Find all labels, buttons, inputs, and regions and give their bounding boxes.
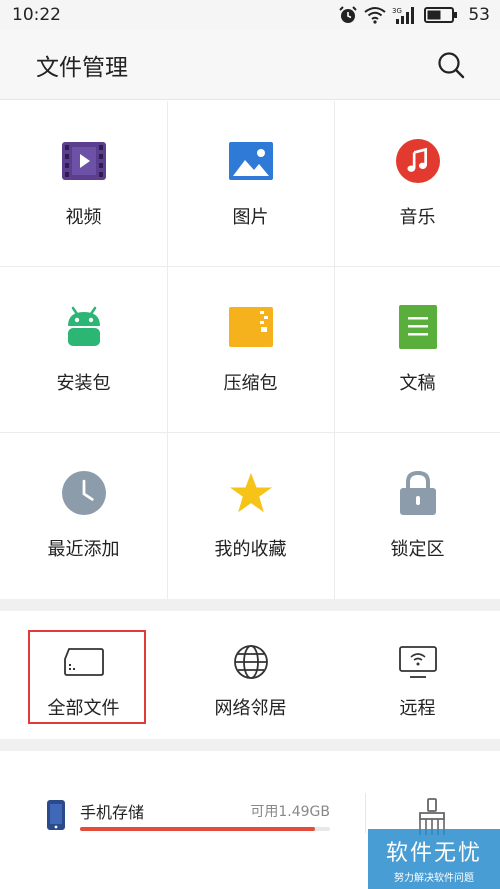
battery-level: 53: [468, 5, 490, 25]
category-label: 锁定区: [390, 539, 445, 560]
watermark-subtitle: 努力解决软件问题: [394, 872, 474, 884]
alarm-icon: [339, 6, 358, 23]
category-label: 最近添加: [47, 539, 120, 560]
category-favorites[interactable]: 我的收藏: [167, 433, 334, 599]
shortcut-row: 全部文件 网络邻居 远程: [0, 611, 500, 739]
globe-icon: [229, 644, 273, 680]
category-apk[interactable]: 安装包: [0, 267, 167, 433]
search-button[interactable]: [436, 50, 466, 80]
app-header: 文件管理: [0, 30, 500, 100]
battery-icon: [424, 7, 458, 23]
shortcut-label: 远程: [399, 698, 436, 719]
search-icon: [438, 51, 465, 78]
category-label: 视频: [65, 207, 102, 228]
wifi-icon: [364, 7, 386, 24]
category-document[interactable]: 文稿: [334, 267, 500, 433]
watermark: 软件无忧 努力解决软件问题: [368, 829, 500, 889]
category-grid: 视频 图片 音乐 安装包 压缩包 文稿 最近添加 我的收藏 锁定区: [0, 101, 500, 599]
signal-icon: 3G: [392, 7, 415, 24]
shortcut-label: 网络邻居: [214, 698, 287, 719]
storage-item-phone[interactable]: 手机存储 可用1.49GB: [40, 791, 340, 841]
watermark-title: 软件无忧: [385, 840, 482, 866]
category-label: 我的收藏: [214, 539, 287, 560]
sd-card-icon: [62, 644, 106, 680]
status-bar: 10:22 3G 53: [0, 0, 500, 30]
category-label: 图片: [232, 207, 269, 228]
shortcut-label: 全部文件: [47, 698, 120, 719]
storage-free: 可用1.49GB: [250, 804, 330, 820]
section-gap: [0, 599, 500, 611]
category-label: 安装包: [56, 373, 111, 394]
category-archive[interactable]: 压缩包: [167, 267, 334, 433]
lock-icon: [396, 470, 440, 515]
storage-usage-fill: [80, 827, 315, 831]
remote-screen-icon: [396, 644, 440, 680]
category-label: 压缩包: [223, 373, 278, 394]
star-icon: [229, 471, 273, 515]
category-music[interactable]: 音乐: [334, 101, 500, 267]
shortcut-network[interactable]: 网络邻居: [167, 611, 334, 739]
music-icon: [395, 139, 440, 183]
category-recent[interactable]: 最近添加: [0, 433, 167, 599]
category-locked[interactable]: 锁定区: [334, 433, 500, 599]
shortcut-all-files[interactable]: 全部文件: [0, 611, 167, 739]
status-time: 10:22: [12, 5, 61, 25]
android-icon: [62, 305, 106, 349]
category-label: 音乐: [399, 207, 436, 228]
section-gap: [0, 739, 500, 751]
image-icon: [228, 139, 273, 183]
status-icons: 3G 53: [338, 5, 490, 25]
category-image[interactable]: 图片: [167, 101, 334, 267]
category-label: 文稿: [399, 373, 436, 394]
clock-icon: [61, 471, 106, 515]
shortcut-remote[interactable]: 远程: [334, 611, 500, 739]
category-video[interactable]: 视频: [0, 101, 167, 267]
phone-storage-icon: [47, 800, 65, 830]
page-title: 文件管理: [36, 54, 128, 81]
video-icon: [61, 139, 106, 183]
document-icon: [396, 305, 440, 349]
storage-name: 手机存储: [80, 803, 145, 822]
svg-text:3G: 3G: [392, 7, 402, 15]
divider: [365, 793, 366, 833]
storage-usage-bar: [80, 827, 330, 831]
archive-icon: [228, 305, 273, 349]
